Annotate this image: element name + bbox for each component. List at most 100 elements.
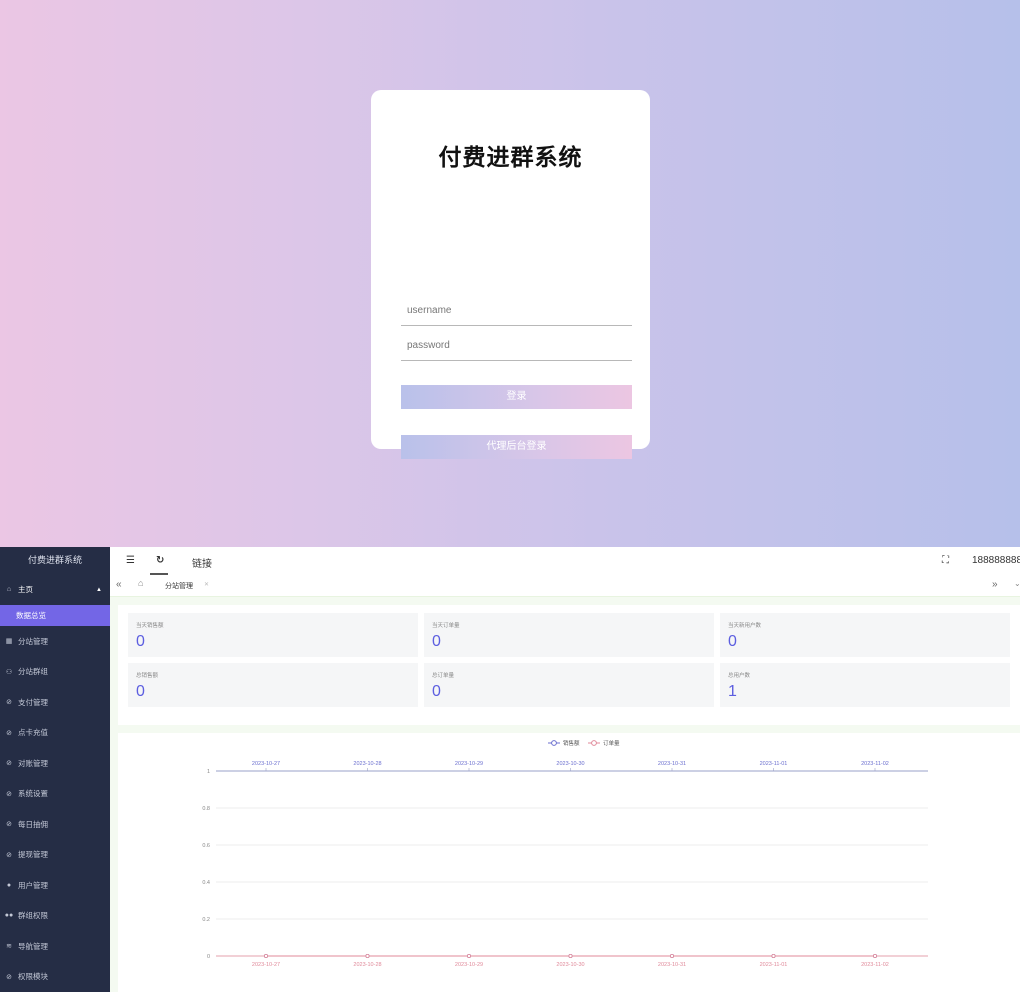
sidebar-item-label: 系统设置 bbox=[18, 789, 48, 799]
x-tick-label-bottom: 2023-10-30 bbox=[556, 962, 584, 968]
stat-label: 总订单量 bbox=[432, 673, 455, 679]
stat-card: 当天销售额 0 bbox=[128, 613, 418, 657]
sidebar-item-label: 点卡充值 bbox=[18, 728, 48, 738]
data-point bbox=[873, 953, 878, 958]
legend-swatch-marker bbox=[551, 740, 557, 746]
stat-card: 总订单量 0 bbox=[424, 663, 714, 707]
agent-login-button[interactable]: 代理后台登录 bbox=[401, 435, 632, 459]
menu-toggle-icon[interactable]: ☰ bbox=[126, 555, 135, 566]
nav-icon: ≋ bbox=[6, 943, 12, 951]
sidebar-item-label: 分站管理 bbox=[18, 636, 48, 646]
stat-value: 0 bbox=[728, 633, 737, 650]
caret-up-icon: ▲ bbox=[96, 586, 102, 593]
group-icon: ●● bbox=[4, 912, 14, 920]
shield-icon: ⊘ bbox=[6, 790, 12, 798]
stat-card: 总用户数 1 bbox=[720, 663, 1010, 707]
tabs-next-icon[interactable]: » bbox=[992, 579, 998, 590]
sidebar-menu: ▦ 分站管理 ⚇ 分站群组 ⊘ 支付管理 ⊘ 点卡充值 ⊘ 对账管理 ⊘ 系统设置 ⊘ 每日抽佣 ⊘ 提现管理… bbox=[0, 626, 110, 992]
main-content: 当天销售额 0 当天订单量 0 当天新用户数 0 总销售额 0 总订单量 0 总… bbox=[110, 597, 1020, 992]
username-input[interactable] bbox=[401, 296, 632, 326]
sidebar-item[interactable]: ● 用户管理 bbox=[0, 870, 110, 901]
shield-icon: ⊘ bbox=[6, 699, 12, 707]
sidebar-item-home[interactable]: ⌂ 主页 ▲ bbox=[0, 574, 110, 605]
sidebar-item[interactable]: ⚇ 分站群组 bbox=[0, 657, 110, 688]
sidebar-item-label: 权限模块 bbox=[18, 972, 48, 982]
legend-swatch-marker bbox=[591, 740, 597, 746]
data-point bbox=[670, 953, 675, 958]
data-point bbox=[568, 953, 573, 958]
users-icon: ⚇ bbox=[5, 668, 13, 676]
sidebar: 付费进群系统 ⌂ 主页 ▲ 数据总览 ▦ 分站管理 ⚇ 分站群组 ⊘ 支付管理 ⊘ 点卡充值 ⊘… bbox=[0, 547, 110, 992]
x-tick-label-bottom: 2023-10-28 bbox=[353, 962, 381, 968]
legend-label: 订单量 bbox=[603, 739, 620, 747]
sidebar-item-label: 导航管理 bbox=[18, 941, 48, 951]
y-tick-label: 1 bbox=[207, 769, 210, 775]
sidebar-item[interactable]: ⊘ 权限模块 bbox=[0, 962, 110, 992]
chevron-down-icon[interactable]: ⌄ bbox=[1014, 579, 1020, 588]
sidebar-logo: 付费进群系统 bbox=[27, 555, 82, 565]
y-tick-label: 0.4 bbox=[202, 880, 210, 886]
fullscreen-icon[interactable]: ⛶ bbox=[942, 555, 949, 566]
shield-icon: ⊘ bbox=[6, 973, 12, 981]
sidebar-item-label: 群组权限 bbox=[18, 911, 48, 921]
grid-icon: ▦ bbox=[5, 638, 13, 646]
y-tick-label: 0 bbox=[207, 954, 210, 960]
x-tick-label-top: 2023-10-27 bbox=[252, 761, 280, 767]
sidebar-item[interactable]: ⊘ 系统设置 bbox=[0, 779, 110, 810]
y-tick-label: 0.6 bbox=[202, 843, 210, 849]
x-tick-label-top: 2023-10-31 bbox=[658, 761, 686, 767]
stat-label: 当天订单量 bbox=[432, 623, 460, 629]
sidebar-subitem-overview[interactable]: 数据总览 bbox=[0, 605, 110, 626]
tab-bar: « ⌂ 分站管理 ✕ » ⌄ bbox=[110, 575, 1020, 597]
stat-card: 总销售额 0 bbox=[128, 663, 418, 707]
sidebar-item-label: 支付管理 bbox=[18, 697, 48, 707]
shield-icon: ⊘ bbox=[6, 851, 12, 859]
sidebar-item[interactable]: ⊘ 点卡充值 bbox=[0, 718, 110, 749]
stat-value: 1 bbox=[728, 683, 737, 700]
x-tick-label-top: 2023-11-02 bbox=[861, 761, 889, 767]
sales-orders-chart: 0 0.2 0.4 0.6 0.8 1 2023-10-27 2023-10-27 2023-1… bbox=[202, 739, 928, 968]
tabs-prev-icon[interactable]: « bbox=[116, 579, 122, 590]
data-point bbox=[365, 953, 370, 958]
password-input[interactable] bbox=[401, 331, 632, 361]
refresh-icon[interactable]: ↻ bbox=[156, 555, 164, 566]
sidebar-item[interactable]: ⊘ 每日抽佣 bbox=[0, 809, 110, 840]
shield-icon: ⊘ bbox=[6, 821, 12, 829]
data-point bbox=[771, 953, 776, 958]
x-tick-label-top: 2023-11-01 bbox=[760, 761, 788, 767]
topbar: ☰ ↻ 链接 ⛶ 18888888888 bbox=[110, 547, 1020, 575]
home-tab-icon[interactable]: ⌂ bbox=[138, 578, 143, 588]
x-tick-label-bottom: 2023-10-31 bbox=[658, 962, 686, 968]
stat-value: 0 bbox=[432, 633, 441, 650]
shield-icon: ⊘ bbox=[6, 760, 12, 768]
sidebar-item[interactable]: ▦ 分站管理 bbox=[0, 626, 110, 657]
x-tick-label-bottom: 2023-11-02 bbox=[861, 962, 889, 968]
stats-panel: 当天销售额 0 当天订单量 0 当天新用户数 0 总销售额 0 总订单量 0 总… bbox=[118, 605, 1020, 725]
y-tick-label: 0.2 bbox=[202, 917, 210, 923]
login-screen: 付费进群系统 登录 代理后台登录 bbox=[0, 0, 1020, 547]
sidebar-item-label: 每日抽佣 bbox=[18, 819, 48, 829]
admin-dashboard: 付费进群系统 ⌂ 主页 ▲ 数据总览 ▦ 分站管理 ⚇ 分站群组 ⊘ 支付管理 ⊘ 点卡充值 ⊘… bbox=[0, 547, 1020, 992]
stat-label: 当天销售额 bbox=[136, 623, 164, 629]
stat-value: 0 bbox=[136, 683, 145, 700]
sidebar-item-label: 用户管理 bbox=[18, 880, 48, 890]
sidebar-item[interactable]: ≋ 导航管理 bbox=[0, 931, 110, 962]
stat-label: 当天新用户数 bbox=[728, 623, 762, 629]
sidebar-item-label: 对账管理 bbox=[18, 758, 48, 768]
stat-card: 当天新用户数 0 bbox=[720, 613, 1010, 657]
sidebar-item[interactable]: ⊘ 对账管理 bbox=[0, 748, 110, 779]
tab-active[interactable]: 分站管理 bbox=[165, 581, 193, 591]
x-tick-label-top: 2023-10-28 bbox=[353, 761, 381, 767]
user-account[interactable]: 18888888888 bbox=[972, 555, 1020, 566]
stat-label: 总用户数 bbox=[728, 673, 751, 679]
topbar-link[interactable]: 链接 bbox=[192, 555, 212, 570]
tab-close-icon[interactable]: ✕ bbox=[204, 581, 209, 588]
sidebar-item[interactable]: ⊘ 提现管理 bbox=[0, 840, 110, 871]
y-tick-label: 0.8 bbox=[202, 806, 210, 812]
sidebar-item[interactable]: ●● 群组权限 bbox=[0, 901, 110, 932]
sidebar-item[interactable]: ⊘ 支付管理 bbox=[0, 687, 110, 718]
x-tick-label-bottom: 2023-10-29 bbox=[455, 962, 483, 968]
login-button[interactable]: 登录 bbox=[401, 385, 632, 409]
legend-label: 销售额 bbox=[563, 739, 580, 747]
sidebar-item-label: 分站群组 bbox=[18, 667, 48, 677]
